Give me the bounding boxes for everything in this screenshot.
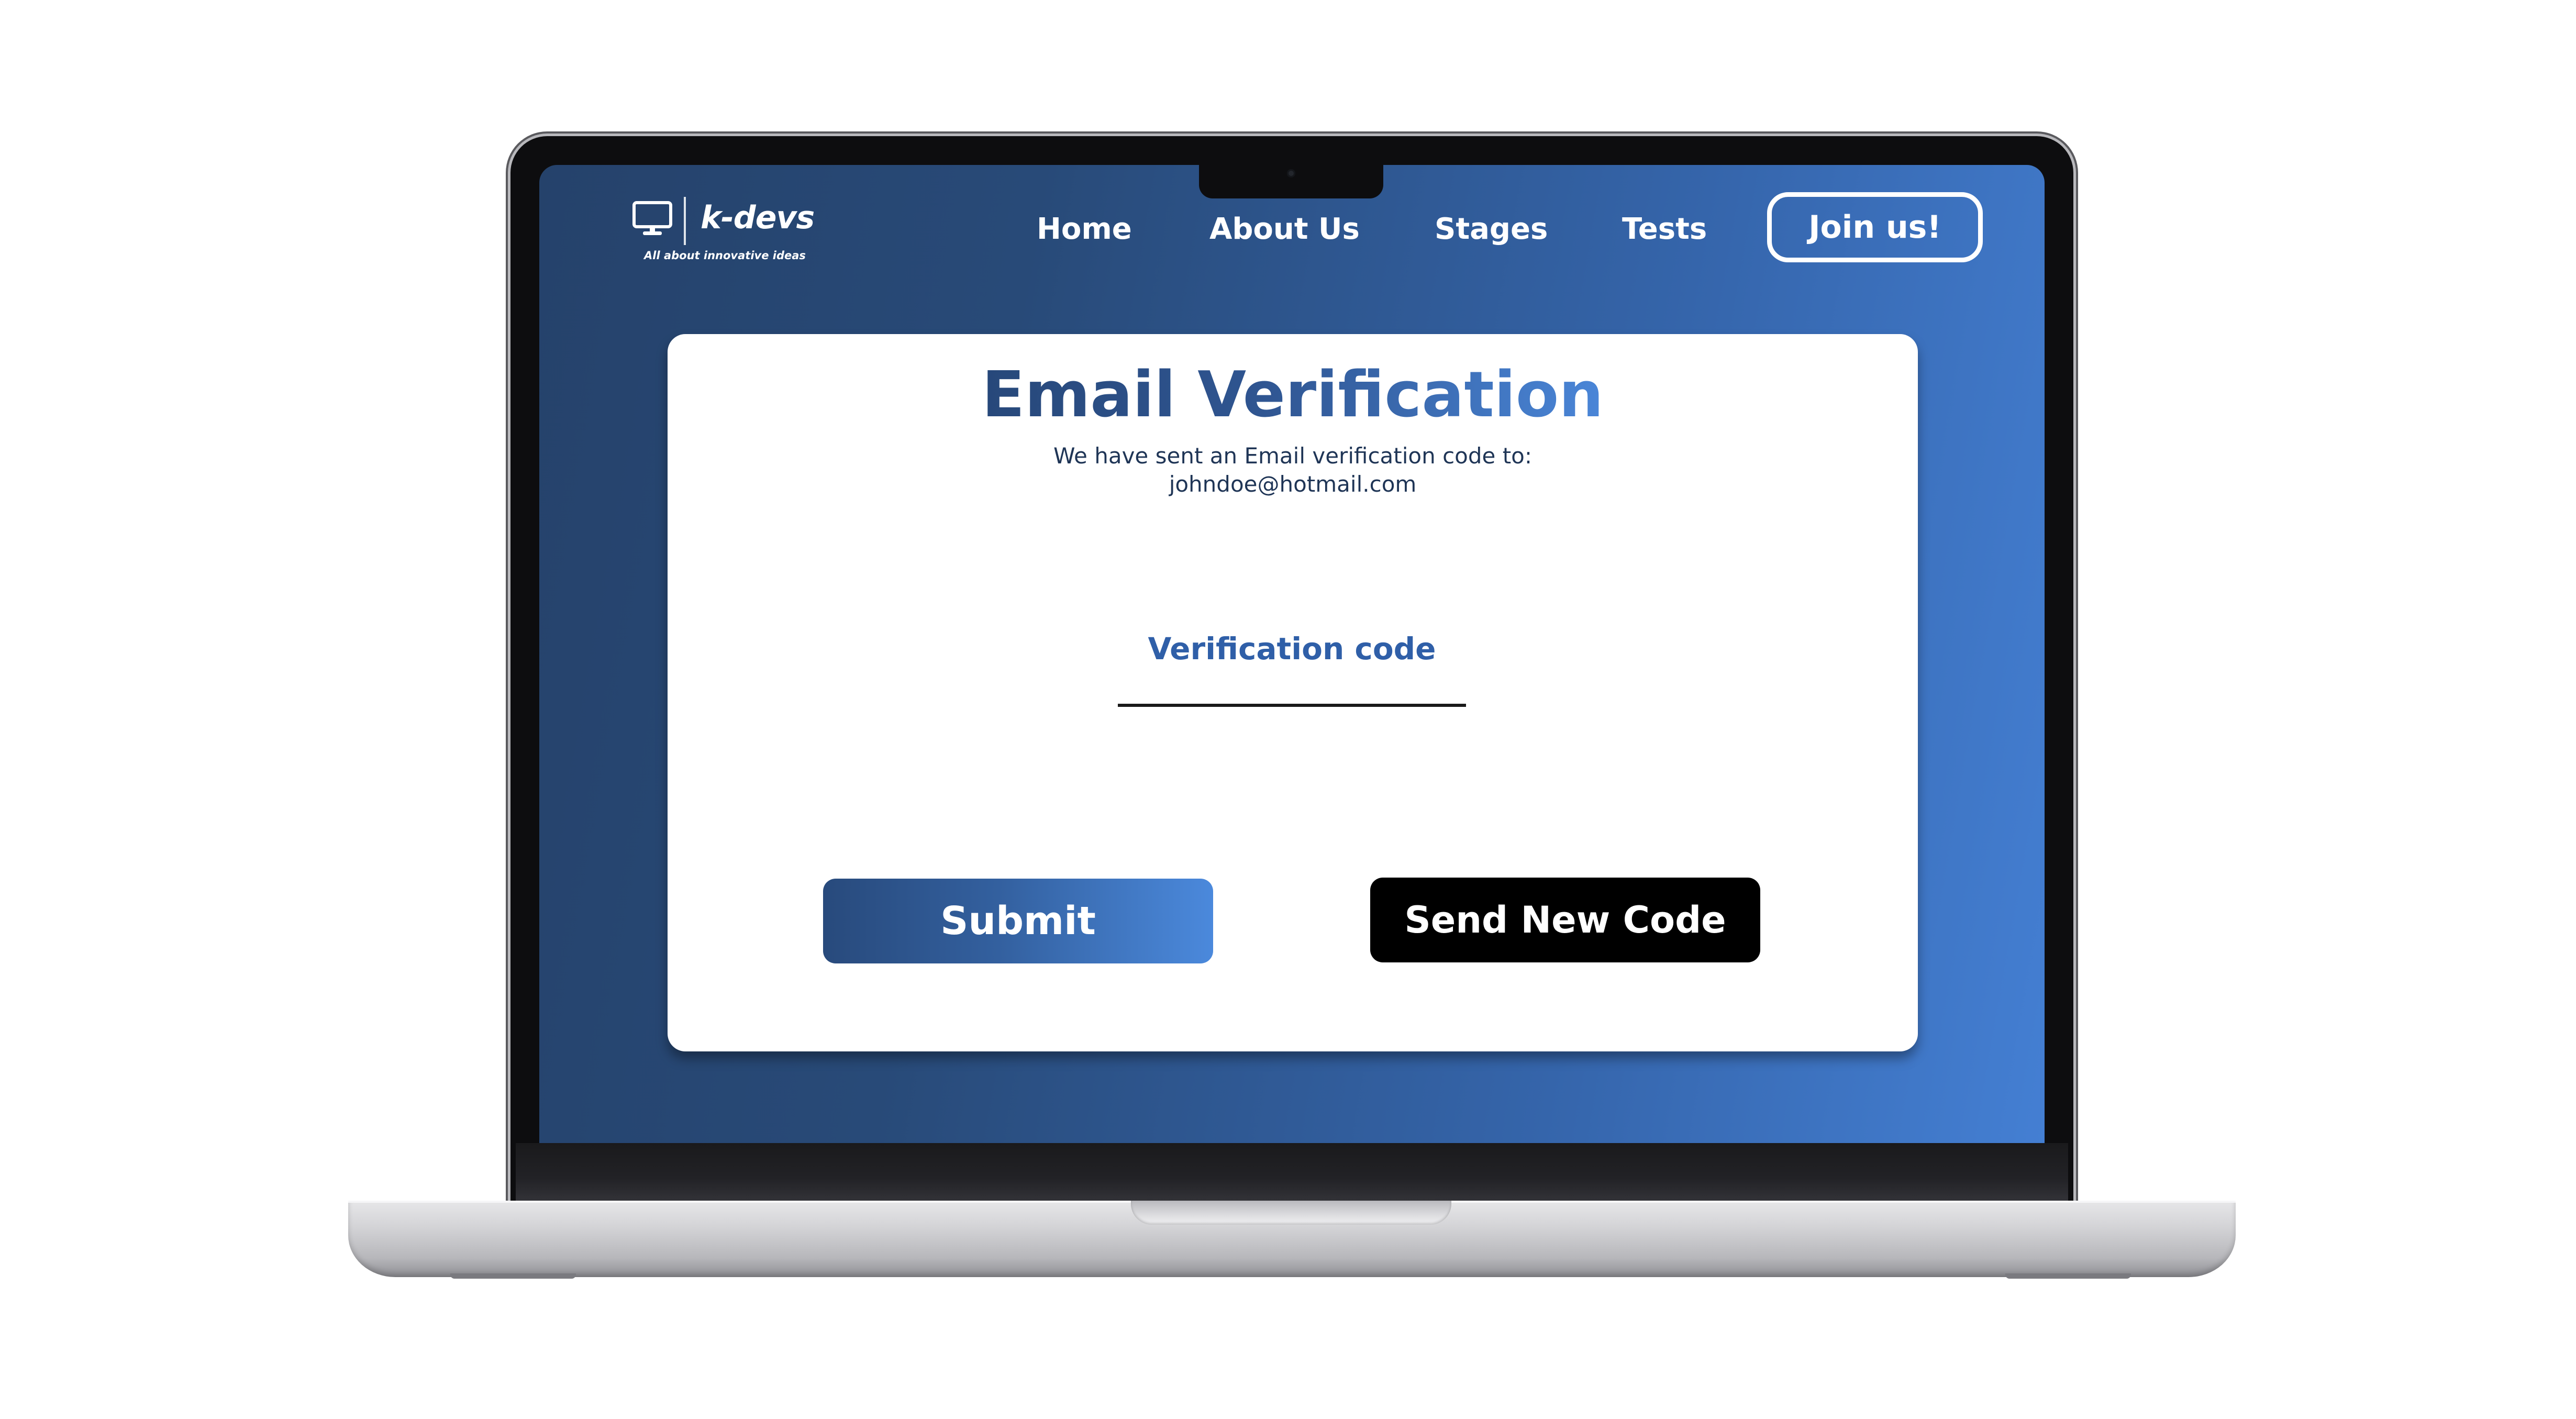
page-title: Email Verification: [982, 356, 1603, 435]
laptop-foot-left: [450, 1273, 576, 1279]
send-new-code-button[interactable]: Send New Code: [1370, 878, 1760, 962]
nav-tests[interactable]: Tests: [1622, 208, 1707, 250]
laptop-foot-right: [2005, 1273, 2131, 1279]
verification-message: We have sent an Email verification code …: [1053, 443, 1533, 469]
trackpad-lip: [1131, 1201, 1451, 1225]
site-logo[interactable]: k-devs All about innovative ideas: [632, 197, 821, 270]
monitor-icon: [632, 201, 672, 235]
submit-button[interactable]: Submit: [823, 879, 1213, 963]
logo-divider: [684, 197, 686, 245]
nav-about-us[interactable]: About Us: [1209, 208, 1360, 250]
verification-code-input[interactable]: [1118, 618, 1466, 707]
brand-name: k-devs: [701, 199, 815, 236]
brand-tagline: All about innovative ideas: [644, 249, 806, 262]
recipient-email: johndoe@hotmail.com: [1169, 471, 1417, 497]
camera-icon: [1287, 169, 1295, 178]
device-mockup: k-devs All about innovative ideas Home A…: [0, 0, 2576, 1419]
nav-home[interactable]: Home: [1037, 208, 1132, 250]
page-title-wrap: Email Verification: [668, 356, 1918, 440]
lower-bezel: [516, 1143, 2068, 1202]
nav-stages[interactable]: Stages: [1435, 208, 1548, 250]
join-us-button[interactable]: Join us!: [1767, 192, 1983, 262]
